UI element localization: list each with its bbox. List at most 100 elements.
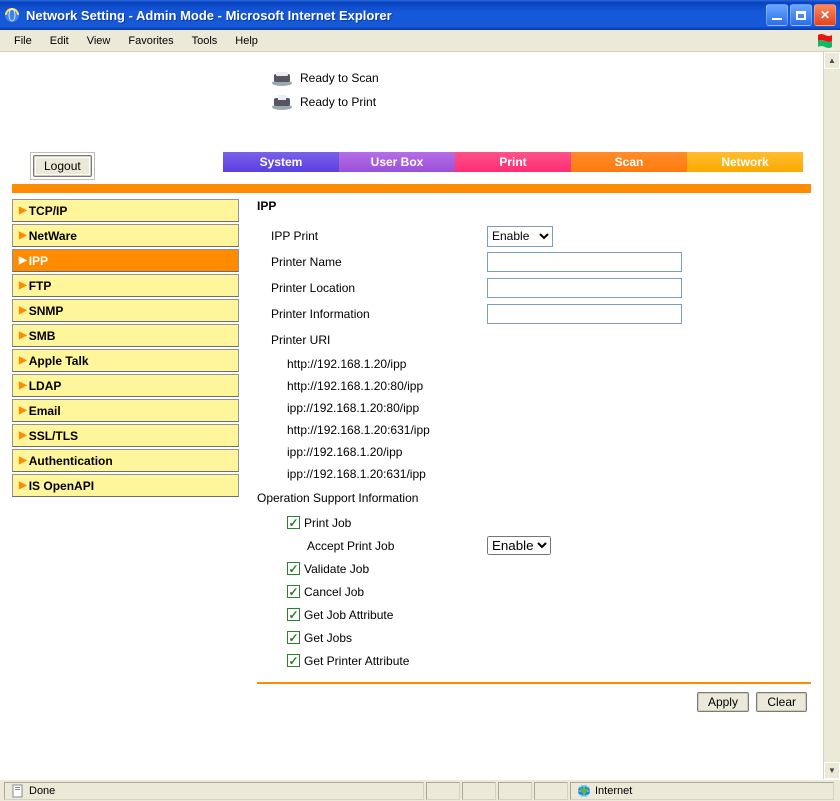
operation-row: Get Job Attribute <box>257 603 811 626</box>
top-tabs: System User Box Print Scan Network <box>223 152 803 172</box>
windows-flag-icon <box>816 32 834 50</box>
clear-button[interactable]: Clear <box>756 692 807 712</box>
window-close-button[interactable] <box>814 4 836 26</box>
operation-checkbox[interactable] <box>287 631 300 644</box>
operation-label: Validate Job <box>304 562 369 576</box>
printer-uri-value: http://192.168.1.20/ipp <box>287 353 811 375</box>
sidebar-item-email[interactable]: ▶Email <box>12 399 239 422</box>
printer-uri-value: http://192.168.1.20:80/ipp <box>287 375 811 397</box>
window-maximize-button[interactable] <box>790 4 812 26</box>
operation-row: Get Jobs <box>257 626 811 649</box>
vertical-scrollbar[interactable]: ▲ ▼ <box>823 52 840 779</box>
operation-row: Cancel Job <box>257 580 811 603</box>
accept-print-job-row: Accept Print JobEnable <box>257 534 811 557</box>
sidebar-item-label: Apple Talk <box>29 354 89 368</box>
sidebar-item-label: Authentication <box>29 454 113 468</box>
printer-info-input[interactable] <box>487 304 682 324</box>
sidebar-item-tcp-ip[interactable]: ▶TCP/IP <box>12 199 239 222</box>
sidebar-item-label: SSL/TLS <box>29 429 78 443</box>
sidebar-item-label: SNMP <box>29 304 64 318</box>
operation-row: Get Printer Attribute <box>257 649 811 672</box>
sidebar-item-ssl-tls[interactable]: ▶SSL/TLS <box>12 424 239 447</box>
label-accept-print-job: Accept Print Job <box>307 539 487 553</box>
operation-label: Get Printer Attribute <box>304 654 409 668</box>
menu-help[interactable]: Help <box>229 33 264 49</box>
sidebar-item-label: LDAP <box>29 379 62 393</box>
sidebar-item-apple-talk[interactable]: ▶Apple Talk <box>12 349 239 372</box>
ipp-print-select[interactable]: Enable <box>487 226 553 247</box>
operation-checkbox[interactable] <box>287 585 300 598</box>
menu-bar: File Edit View Favorites Tools Help <box>0 30 840 52</box>
sidebar-item-label: Email <box>29 404 61 418</box>
operation-row: Validate Job <box>257 557 811 580</box>
sidebar-item-authentication[interactable]: ▶Authentication <box>12 449 239 472</box>
label-ipp-print: IPP Print <box>257 229 487 243</box>
scanner-icon <box>270 69 294 87</box>
operation-checkbox[interactable] <box>287 562 300 575</box>
tab-network[interactable]: Network <box>687 152 803 172</box>
printer-uri-value: ipp://192.168.1.20/ipp <box>287 441 811 463</box>
chevron-right-icon: ▶ <box>19 330 27 341</box>
tab-system[interactable]: System <box>223 152 339 172</box>
status-text: Done <box>29 785 55 797</box>
sidebar-item-is-openapi[interactable]: ▶IS OpenAPI <box>12 474 239 497</box>
scroll-up-button[interactable]: ▲ <box>824 52 840 69</box>
printer-uri-value: ipp://192.168.1.20:631/ipp <box>287 463 811 485</box>
label-op-support: Operation Support Information <box>257 491 487 505</box>
sidebar-item-label: IS OpenAPI <box>29 479 94 493</box>
label-printer-name: Printer Name <box>257 255 487 269</box>
chevron-right-icon: ▶ <box>19 405 27 416</box>
chevron-right-icon: ▶ <box>19 380 27 391</box>
operation-label: Get Jobs <box>304 631 352 645</box>
sidebar-item-netware[interactable]: ▶NetWare <box>12 224 239 247</box>
sidebar-item-smb[interactable]: ▶SMB <box>12 324 239 347</box>
tab-scan[interactable]: Scan <box>571 152 687 172</box>
logout-button[interactable]: Logout <box>33 155 92 177</box>
tab-print[interactable]: Print <box>455 152 571 172</box>
browser-statusbar: Done Internet <box>0 779 840 801</box>
printer-icon <box>270 93 294 111</box>
label-printer-location: Printer Location <box>257 281 487 295</box>
sidebar-item-ldap[interactable]: ▶LDAP <box>12 374 239 397</box>
ready-to-print-label: Ready to Print <box>300 95 376 109</box>
printer-uri-list: http://192.168.1.20/ipphttp://192.168.1.… <box>257 353 811 485</box>
chevron-right-icon: ▶ <box>19 455 27 466</box>
sidebar-item-ipp[interactable]: ▶IPP <box>12 249 239 272</box>
menu-tools[interactable]: Tools <box>186 33 224 49</box>
operation-label: Print Job <box>304 516 351 530</box>
chevron-right-icon: ▶ <box>19 280 27 291</box>
window-minimize-button[interactable] <box>766 4 788 26</box>
operation-checkbox[interactable] <box>287 608 300 621</box>
label-printer-info: Printer Information <box>257 307 487 321</box>
printer-name-input[interactable] <box>487 252 682 272</box>
window-titlebar: Network Setting - Admin Mode - Microsoft… <box>0 0 840 30</box>
divider-orange <box>12 184 811 193</box>
page-viewport: Ready to Scan Ready to Print Logout Syst… <box>0 52 840 779</box>
operation-checkbox[interactable] <box>287 516 300 529</box>
scroll-down-button[interactable]: ▼ <box>824 762 840 779</box>
sidebar-item-ftp[interactable]: ▶FTP <box>12 274 239 297</box>
menu-view[interactable]: View <box>81 33 117 49</box>
chevron-right-icon: ▶ <box>19 230 27 241</box>
sidebar-item-label: TCP/IP <box>29 204 68 218</box>
menu-file[interactable]: File <box>8 33 38 49</box>
internet-zone-icon <box>577 784 591 798</box>
printer-location-input[interactable] <box>487 278 682 298</box>
operation-checkbox[interactable] <box>287 654 300 667</box>
menu-favorites[interactable]: Favorites <box>122 33 179 49</box>
sidebar-item-label: NetWare <box>29 229 77 243</box>
menu-edit[interactable]: Edit <box>44 33 75 49</box>
sidebar-item-snmp[interactable]: ▶SNMP <box>12 299 239 322</box>
sidebar: ▶TCP/IP▶NetWare▶IPP▶FTP▶SNMP▶SMB▶Apple T… <box>12 199 239 712</box>
tab-userbox[interactable]: User Box <box>339 152 455 172</box>
ipp-settings-panel: IPP IPP Print Enable Printer Name Printe… <box>257 199 811 712</box>
chevron-right-icon: ▶ <box>19 355 27 366</box>
accept-print-job-select[interactable]: Enable <box>487 536 551 555</box>
printer-uri-value: ipp://192.168.1.20:80/ipp <box>287 397 811 419</box>
page-icon <box>11 784 25 798</box>
ready-to-scan-label: Ready to Scan <box>300 71 379 85</box>
sidebar-item-label: FTP <box>29 279 52 293</box>
internet-zone-label: Internet <box>595 785 632 797</box>
apply-button[interactable]: Apply <box>697 692 749 712</box>
chevron-right-icon: ▶ <box>19 430 27 441</box>
